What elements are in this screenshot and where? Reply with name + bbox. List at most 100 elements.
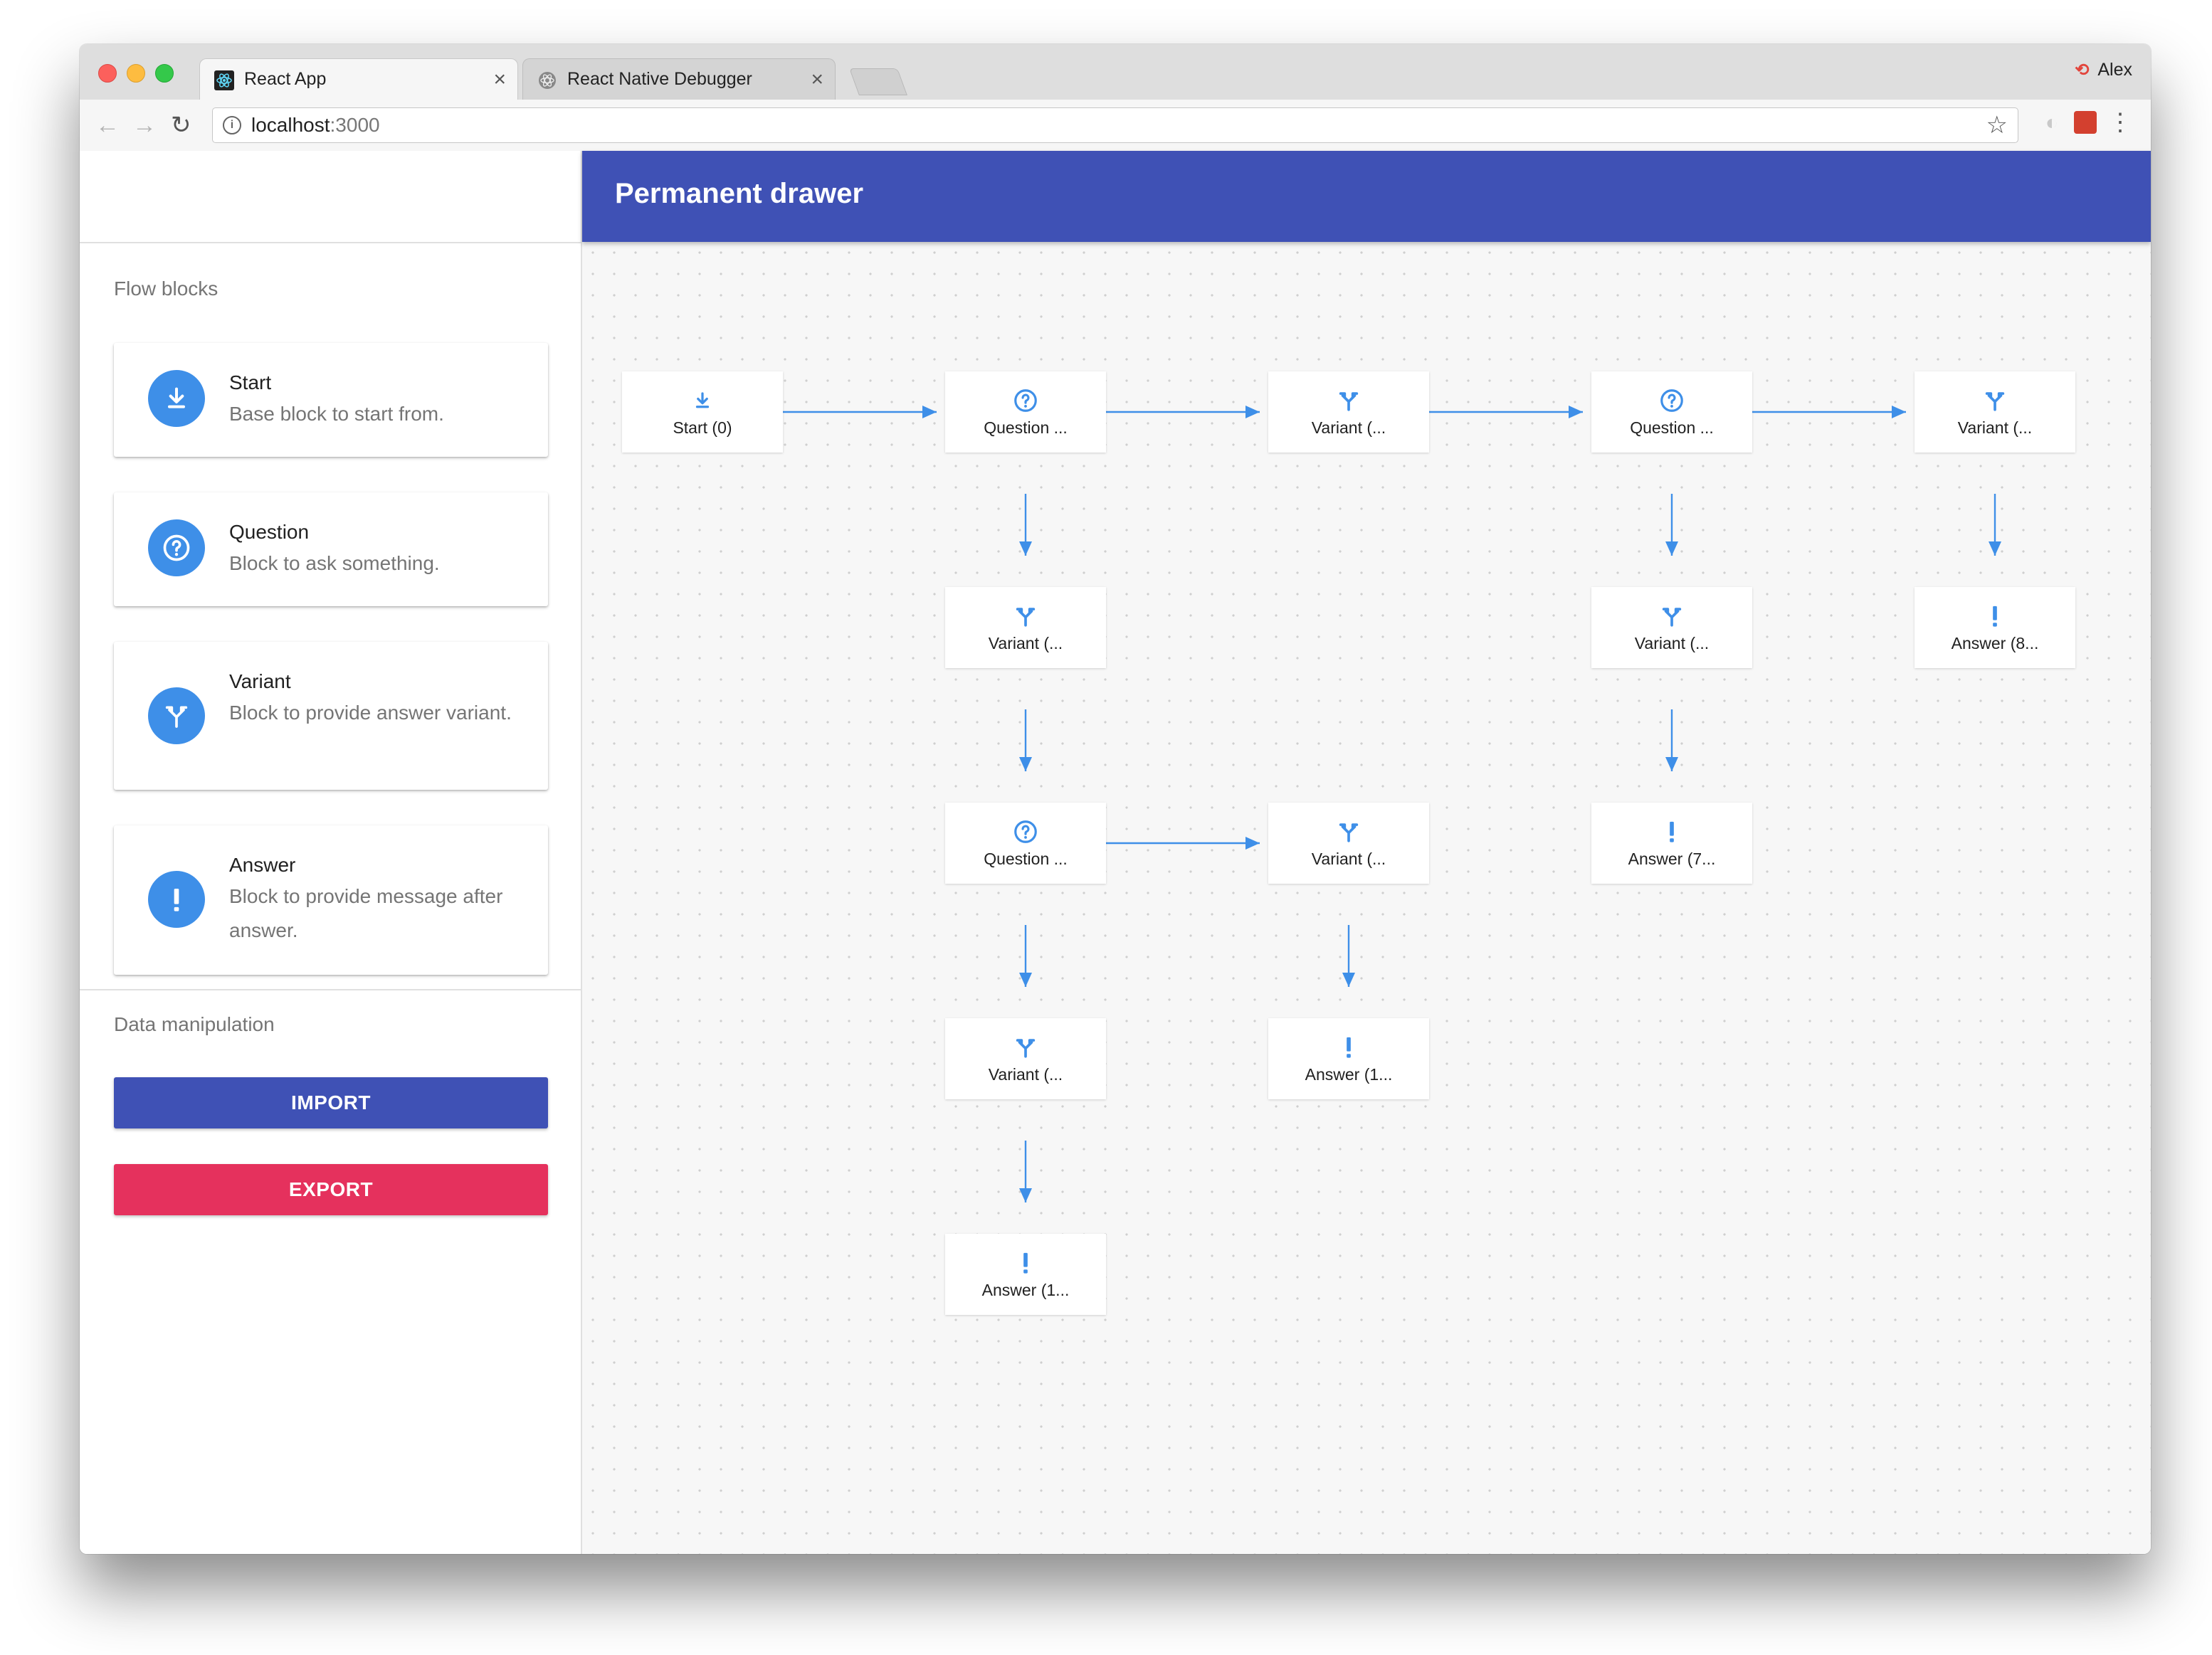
node-label: Question ...: [984, 418, 1068, 437]
address-bar[interactable]: i localhost:3000 ☆: [212, 107, 2018, 143]
node-label: Answer (8...: [1951, 633, 2039, 652]
flow-node-variant[interactable]: Variant (...: [1268, 371, 1429, 453]
block-title: Variant: [229, 670, 291, 692]
menu-dots-icon[interactable]: ⋮: [2108, 108, 2132, 137]
profile-icon: ⟲: [2075, 60, 2090, 80]
flow-node-variant[interactable]: Variant (...: [945, 1018, 1106, 1099]
flow-blocks-title: Flow blocks: [114, 277, 218, 300]
flow-node-variant[interactable]: Variant (...: [1591, 587, 1752, 668]
node-label: Question ...: [984, 849, 1068, 868]
browser-toolbar: ← → ↻ i localhost:3000 ☆ ◐ ⋮: [80, 100, 2151, 152]
fork-icon: [1658, 603, 1685, 630]
node-label: Variant (...: [1634, 633, 1710, 652]
arrowhead-icon: [1665, 541, 1678, 556]
node-label: Question ...: [1630, 418, 1714, 437]
browser-window: React App × React Native Debugger × ⟲ Al…: [80, 44, 2151, 1554]
flow-node-question[interactable]: Question ...: [945, 371, 1106, 453]
title-bar: React App × React Native Debugger × ⟲ Al…: [80, 44, 2151, 100]
flow-node-answer[interactable]: Answer (7...: [1591, 803, 1752, 884]
block-description: Block to provide answer variant.: [229, 702, 512, 724]
exclamation-icon: [148, 871, 205, 928]
fork-icon: [148, 687, 205, 744]
block-title: Answer: [229, 854, 296, 876]
arrowhead-icon: [1019, 973, 1032, 987]
download-icon: [689, 387, 716, 414]
atom-icon: [539, 72, 556, 89]
download-icon: [148, 370, 205, 427]
flow-node-variant[interactable]: Variant (...: [1915, 371, 2075, 453]
tab-react-native-debugger[interactable]: React Native Debugger ×: [522, 58, 836, 100]
arrowhead-icon: [1989, 541, 2001, 556]
question-circle-icon: [1012, 818, 1039, 845]
block-card-start[interactable]: Start Base block to start from.: [114, 343, 548, 457]
block-card-answer[interactable]: Answer Block to provide message after an…: [114, 825, 548, 975]
block-description: Block to provide message after answer.: [229, 885, 503, 941]
exclamation-icon: [1335, 1034, 1362, 1061]
tab-title: React App: [244, 69, 327, 89]
fork-icon: [1335, 818, 1362, 845]
fork-icon: [1335, 387, 1362, 414]
block-card-variant[interactable]: Variant Block to provide answer variant.: [114, 642, 548, 790]
back-arrow-icon[interactable]: ←: [95, 111, 120, 139]
react-logo-icon: [214, 70, 234, 90]
minimize-window-button[interactable]: [127, 64, 145, 83]
block-description: Base block to start from.: [229, 403, 444, 425]
url-port: :3000: [330, 114, 380, 136]
app-bar: Permanent drawer: [582, 151, 2151, 242]
flow-node-answer[interactable]: Answer (1...: [945, 1234, 1106, 1315]
extension-icon[interactable]: [2074, 111, 2097, 134]
drawer: Flow blocks Start Base block to start fr…: [80, 151, 582, 1554]
arrowhead-icon: [1245, 406, 1260, 418]
flow-node-answer[interactable]: Answer (8...: [1915, 587, 2075, 668]
profile-button[interactable]: ⟲ Alex: [2075, 60, 2132, 80]
flow-node-start[interactable]: Start (0): [622, 371, 783, 453]
flow-node-question[interactable]: Question ...: [1591, 371, 1752, 453]
tab-title: React Native Debugger: [567, 69, 752, 89]
node-label: Variant (...: [988, 1064, 1063, 1084]
flow-canvas[interactable]: Start (0) Question ... Variant (... Questio…: [582, 242, 2151, 1554]
arrowhead-icon: [1892, 406, 1906, 418]
node-label: Answer (1...: [1305, 1064, 1393, 1084]
flow-node-variant[interactable]: Variant (...: [945, 587, 1106, 668]
app: Flow blocks Start Base block to start fr…: [80, 151, 2151, 1554]
fork-icon: [1012, 1034, 1039, 1061]
block-card-question[interactable]: Question Block to ask something.: [114, 492, 548, 606]
extension-icon[interactable]: ◐: [2045, 111, 2058, 135]
arrowhead-icon: [922, 406, 937, 418]
reload-icon[interactable]: ↻: [171, 111, 191, 139]
arrowhead-icon: [1019, 541, 1032, 556]
node-label: Variant (...: [988, 633, 1063, 652]
arrowhead-icon: [1569, 406, 1583, 418]
arrowhead-icon: [1245, 837, 1260, 850]
bookmark-star-icon[interactable]: ☆: [1986, 111, 2008, 139]
block-title: Start: [229, 371, 272, 393]
close-tab-icon[interactable]: ×: [811, 68, 823, 92]
new-tab-button[interactable]: [849, 68, 907, 95]
node-label: Variant (...: [1311, 849, 1386, 868]
maximize-window-button[interactable]: [155, 64, 174, 83]
exclamation-icon: [1012, 1249, 1039, 1276]
exclamation-icon: [1658, 818, 1685, 845]
close-tab-icon[interactable]: ×: [493, 68, 506, 92]
question-circle-icon: [1658, 387, 1685, 414]
flow-node-answer[interactable]: Answer (1...: [1268, 1018, 1429, 1099]
divider: [80, 989, 582, 990]
profile-name: Alex: [2097, 60, 2132, 80]
forward-arrow-icon[interactable]: →: [132, 111, 157, 139]
node-label: Variant (...: [1957, 418, 2033, 437]
data-manipulation-title: Data manipulation: [114, 1013, 275, 1035]
flow-node-question[interactable]: Question ...: [945, 803, 1106, 884]
tab-react-app[interactable]: React App ×: [199, 58, 518, 100]
arrowhead-icon: [1019, 1188, 1032, 1202]
drawer-header: [80, 151, 581, 243]
arrowhead-icon: [1019, 757, 1032, 771]
node-label: Start (0): [673, 418, 732, 437]
info-icon[interactable]: i: [223, 116, 241, 134]
flow-node-variant[interactable]: Variant (...: [1268, 803, 1429, 884]
close-window-button[interactable]: [98, 64, 117, 83]
export-button[interactable]: EXPORT: [114, 1164, 548, 1215]
page-title: Permanent drawer: [615, 178, 864, 209]
url-host: localhost: [251, 114, 330, 136]
block-title: Question: [229, 521, 310, 543]
import-button[interactable]: IMPORT: [114, 1077, 548, 1128]
